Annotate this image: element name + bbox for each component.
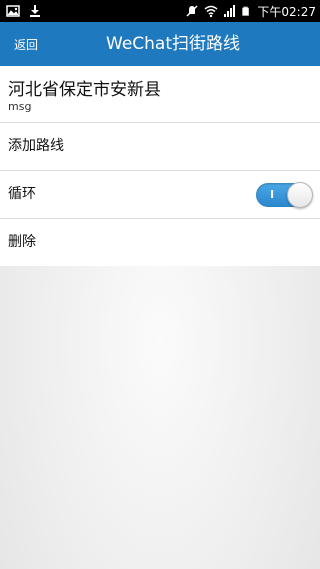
location-subtitle: msg bbox=[8, 100, 32, 113]
download-icon bbox=[30, 5, 40, 17]
app-bar: 返回 WeChat扫街路线 bbox=[0, 22, 320, 66]
mute-icon bbox=[186, 5, 198, 17]
add-route-item[interactable]: 添加路线 bbox=[0, 123, 320, 171]
toggle-knob[interactable] bbox=[287, 182, 313, 208]
wifi-icon bbox=[204, 5, 218, 18]
status-right: 下午02:27 bbox=[185, 0, 316, 22]
status-bar: 下午02:27 bbox=[0, 0, 320, 22]
signal-icon bbox=[224, 5, 236, 17]
add-route-label: 添加路线 bbox=[8, 138, 64, 154]
page-title: WeChat扫街路线 bbox=[106, 34, 240, 54]
delete-item[interactable]: 删除 bbox=[0, 219, 320, 266]
loop-toggle[interactable]: I bbox=[256, 182, 313, 208]
image-icon bbox=[6, 5, 20, 17]
location-header: 河北省保定市安新县 msg bbox=[0, 66, 320, 123]
loop-label: 循环 bbox=[8, 186, 36, 202]
route-settings-card: 河北省保定市安新县 msg 添加路线 循环 I 删除 bbox=[0, 66, 320, 266]
status-left bbox=[6, 0, 42, 22]
toggle-on-mark: I bbox=[270, 188, 275, 201]
status-time: 下午02:27 bbox=[257, 4, 316, 19]
location-title: 河北省保定市安新县 bbox=[8, 80, 161, 100]
loop-item: 循环 I bbox=[0, 171, 320, 219]
delete-label: 删除 bbox=[8, 234, 36, 250]
battery-icon bbox=[242, 6, 250, 16]
